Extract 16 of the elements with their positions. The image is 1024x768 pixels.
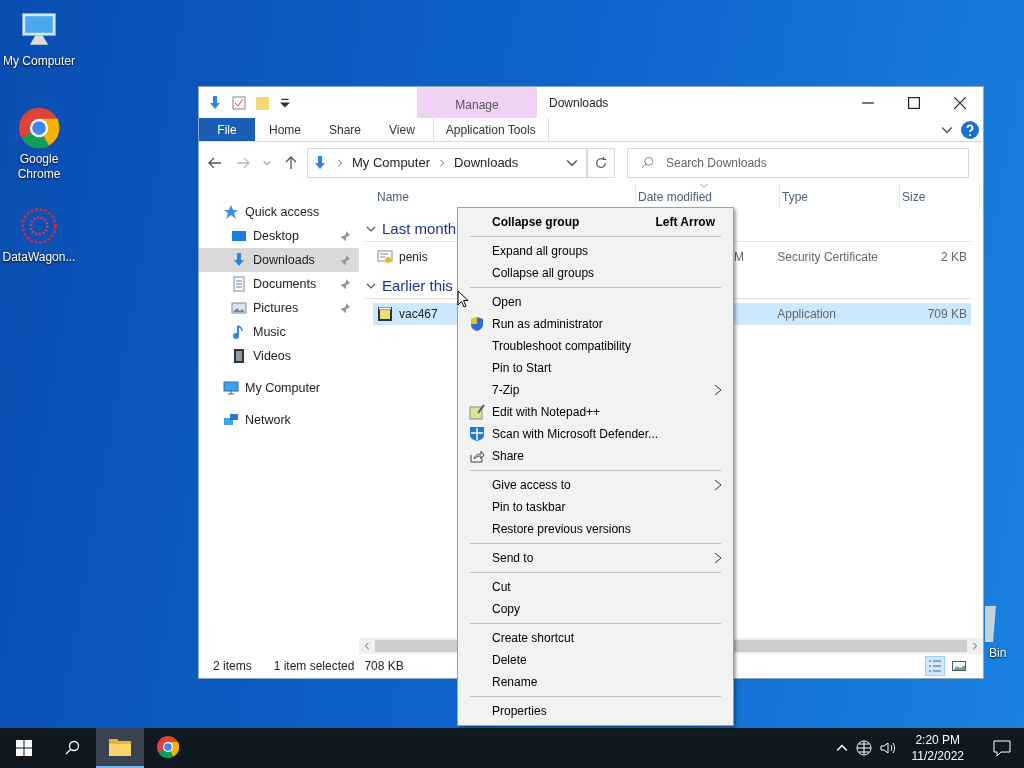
context-tab-title: Manage — [455, 97, 499, 114]
file-name: vac467 — [399, 306, 438, 323]
desktop-icon-label: My Computer — [3, 54, 75, 69]
status-item-count: 2 items — [213, 658, 252, 675]
size-cell-text: 2 KB — [941, 249, 967, 266]
type-cell: Application — [777, 307, 836, 321]
desktop-icon-label: Google Chrome — [17, 152, 61, 182]
type-cell: Security Certificate — [777, 250, 878, 264]
status-selection: 1 item selected — [273, 658, 355, 675]
status-size: 708 KB — [364, 658, 404, 675]
desktop-icon-label: Bin — [989, 645, 1007, 662]
file-name: penis — [399, 249, 428, 266]
size-cell-text: 709 KB — [927, 306, 967, 323]
date-cell: M — [733, 250, 744, 264]
window-title: Downloads — [549, 94, 609, 112]
desktop-icon-label: DataWagon... — [2, 250, 76, 265]
